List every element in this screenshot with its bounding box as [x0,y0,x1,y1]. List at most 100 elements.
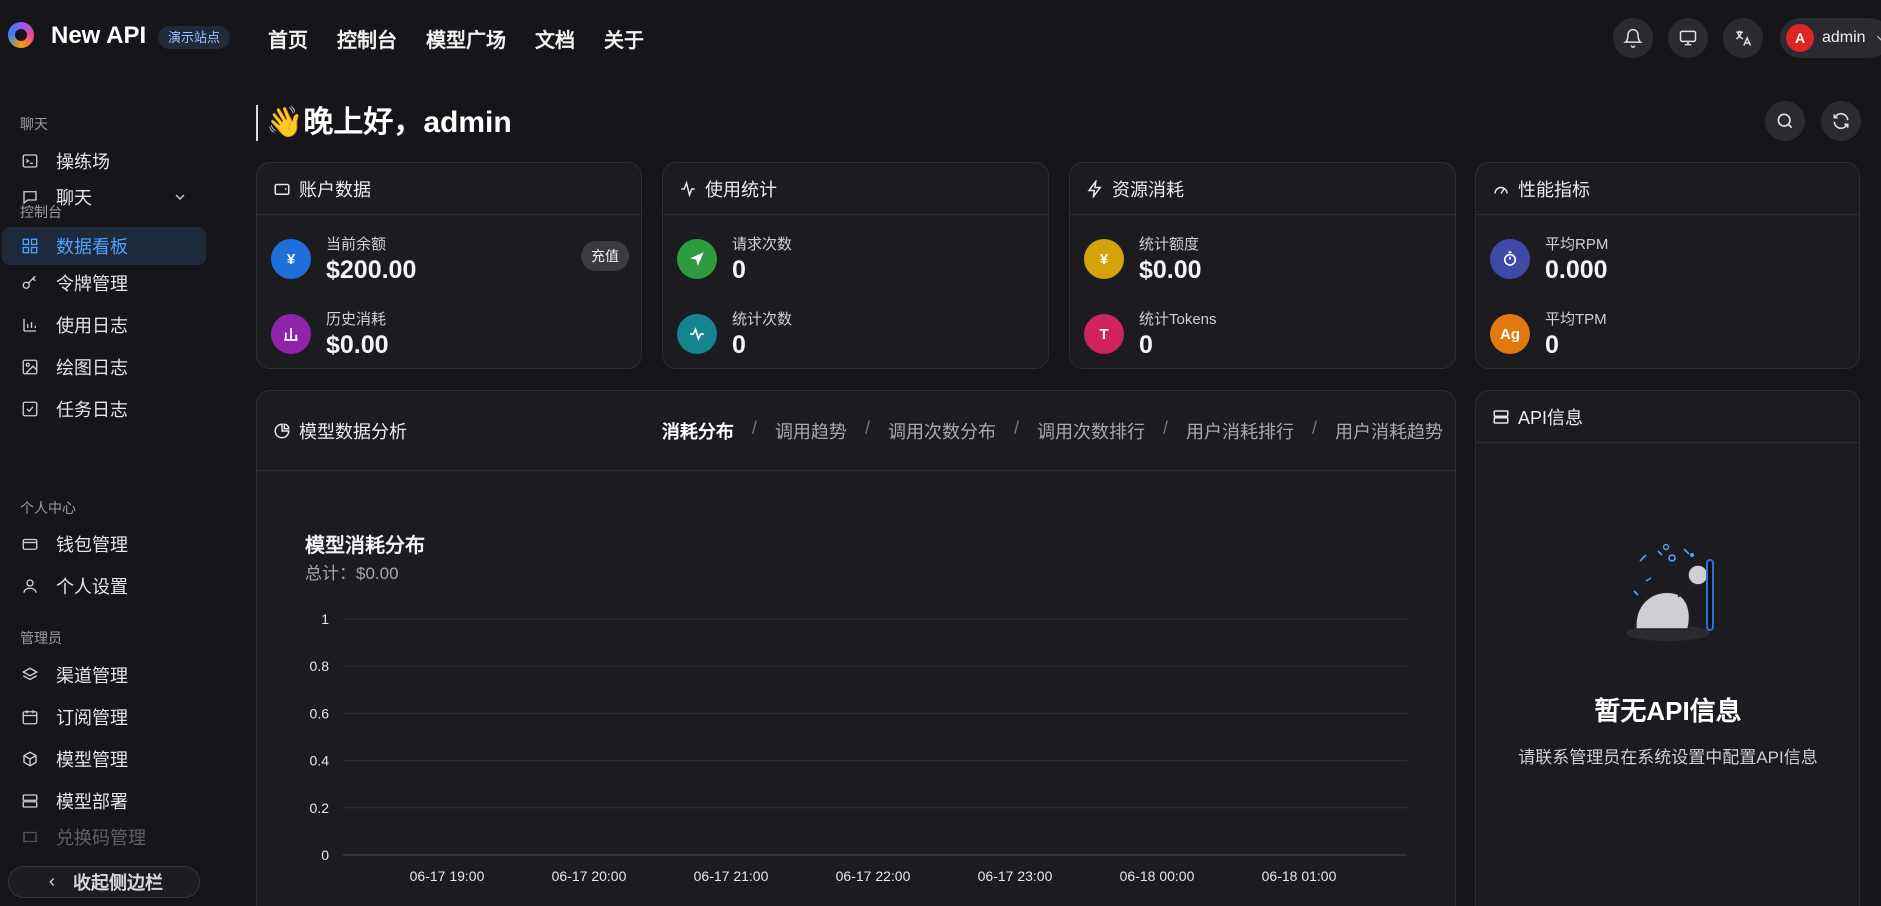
stat-label: 平均RPM [1545,236,1609,253]
sidebar-item-model-deploy[interactable]: 模型部署 [2,782,206,820]
pulse-icon [677,314,717,354]
timer-icon [1490,239,1530,279]
nav-console[interactable]: 控制台 [337,24,397,53]
sidebar-item-personal-settings[interactable]: 个人设置 [2,567,206,605]
bell-icon [1623,28,1643,48]
logo[interactable] [8,22,34,48]
bar-chart-icon [20,315,40,335]
stat-label: 历史消耗 [326,311,387,328]
nav-docs[interactable]: 文档 [535,24,575,53]
chevron-left-icon [49,878,55,886]
stat-value: 0 [732,331,746,359]
theme-button[interactable] [1668,18,1708,58]
sidebar-item-label: 模型部署 [56,792,128,812]
sidebar-item-label: 兑换码管理 [56,828,146,848]
grid-icon [20,236,40,256]
api-info-card: API信息 暂无API信息 请联系管理员在系统设置中配置API信息 [1475,390,1860,906]
wallet-icon [20,534,40,554]
y-tick-label: 0.2 [310,800,330,816]
user-menu[interactable]: A admin [1780,18,1881,58]
refresh-button[interactable] [1821,101,1861,141]
group-chat: 聊天 [20,116,48,132]
nav-home[interactable]: 首页 [268,24,308,53]
sidebar-item-channels[interactable]: 渠道管理 [2,656,206,694]
sidebar-item-label: 数据看板 [56,237,128,257]
x-tick-label: 06-18 01:00 [1262,868,1337,884]
language-button[interactable] [1723,18,1763,58]
group-personal: 个人中心 [20,500,76,516]
sidebar-item-label: 令牌管理 [56,274,128,294]
y-tick-label: 1 [321,611,329,627]
terminal-icon [20,151,40,171]
y-tick-label: 0 [321,847,329,863]
x-tick-label: 06-17 20:00 [552,868,627,884]
group-admin: 管理员 [20,630,62,646]
card-header: 使用统计 [663,163,1048,215]
sidebar-item-drawing-log[interactable]: 绘图日志 [2,348,206,386]
sidebar-item-label: 渠道管理 [56,666,128,686]
quota-stat: ¥ 统计额度 $0.00 [1084,233,1202,285]
server-icon [20,791,40,811]
stat-label: 统计次数 [732,311,793,328]
brand-name[interactable]: New API [51,22,146,50]
stat-label: 当前余额 [326,236,387,253]
page-title: 👋晚上好，admin [256,105,512,141]
card-title: 资源消耗 [1112,179,1184,200]
tpm-stat: Ag 平均TPM 0 [1490,308,1607,360]
stat-label: 统计额度 [1139,236,1200,253]
checkbox-icon [20,399,40,419]
sidebar-item-wallet[interactable]: 钱包管理 [2,525,206,563]
wallet-icon [274,183,290,195]
collapse-sidebar-button[interactable]: 收起侧边栏 [8,866,200,898]
x-tick-label: 06-17 19:00 [410,868,485,884]
sidebar-item-dashboard[interactable]: 数据看板 [2,227,206,265]
y-tick-label: 0.4 [310,753,330,769]
card-title: 使用统计 [705,179,777,200]
key-icon [20,273,40,293]
notifications-button[interactable] [1613,18,1653,58]
sidebar-item-tokens[interactable]: 令牌管理 [2,264,206,302]
card-title: API信息 [1518,407,1584,428]
user-icon [20,576,40,596]
chevron-down-icon [1876,35,1881,41]
nav-about[interactable]: 关于 [604,24,644,53]
site-badge: 演示站点 [158,26,231,49]
stat-value: 0 [1545,331,1559,359]
sidebar-item-subscriptions[interactable]: 订阅管理 [2,698,206,736]
sidebar-item-models[interactable]: 模型管理 [2,740,206,778]
yuan-icon: ¥ [271,239,311,279]
y-tick-label: 0.6 [310,705,330,721]
recharge-button[interactable]: 充值 [581,241,629,271]
top-header: New API 演示站点 首页 控制台 模型广场 文档 关于 A admin [0,0,1881,76]
account-card: 账户数据 ¥ 当前余额 $200.00 充值 历史消耗 $0.00 [256,162,642,369]
zap-icon [1087,179,1102,198]
ticket-icon [20,827,40,847]
y-tick-label: 0.8 [310,658,330,674]
calendar-icon [20,707,40,727]
x-tick-label: 06-18 00:00 [1120,868,1195,884]
monitor-icon [1679,30,1697,46]
search-button[interactable] [1765,101,1805,141]
stat-value: $0.00 [326,331,389,359]
translate-icon [1735,30,1752,46]
sidebar-item-label: 操练场 [56,152,110,172]
x-tick-label: 06-17 21:00 [694,868,769,884]
card-title: 性能指标 [1518,179,1590,200]
sidebar-item-usage-log[interactable]: 使用日志 [2,306,206,344]
layers-icon [20,665,40,685]
card-header: 性能指标 [1476,163,1859,215]
gauge-icon [1494,186,1508,194]
sidebar-item-label: 任务日志 [56,400,128,420]
nav-model-square[interactable]: 模型广场 [426,24,506,53]
sidebar-item-label: 模型管理 [56,750,128,770]
history-stat: 历史消耗 $0.00 [271,308,389,360]
balance-stat: ¥ 当前余额 $200.00 [271,233,416,285]
stat-value: $200.00 [326,256,417,284]
sidebar-item-label: 绘图日志 [56,358,128,378]
sidebar-item-redeem-codes[interactable]: 兑换码管理 [2,822,206,852]
sidebar-item-task-log[interactable]: 任务日志 [2,390,206,428]
x-tick-label: 06-17 22:00 [836,868,911,884]
empty-description: 请联系管理员在系统设置中配置API信息 [1518,748,1818,767]
sidebar-item-playground[interactable]: 操练场 [2,142,206,180]
sidebar: 聊天 操练场 聊天 控制台 数据看板 令牌管理 使用日志 绘图日志 任务日志 个… [0,76,215,906]
